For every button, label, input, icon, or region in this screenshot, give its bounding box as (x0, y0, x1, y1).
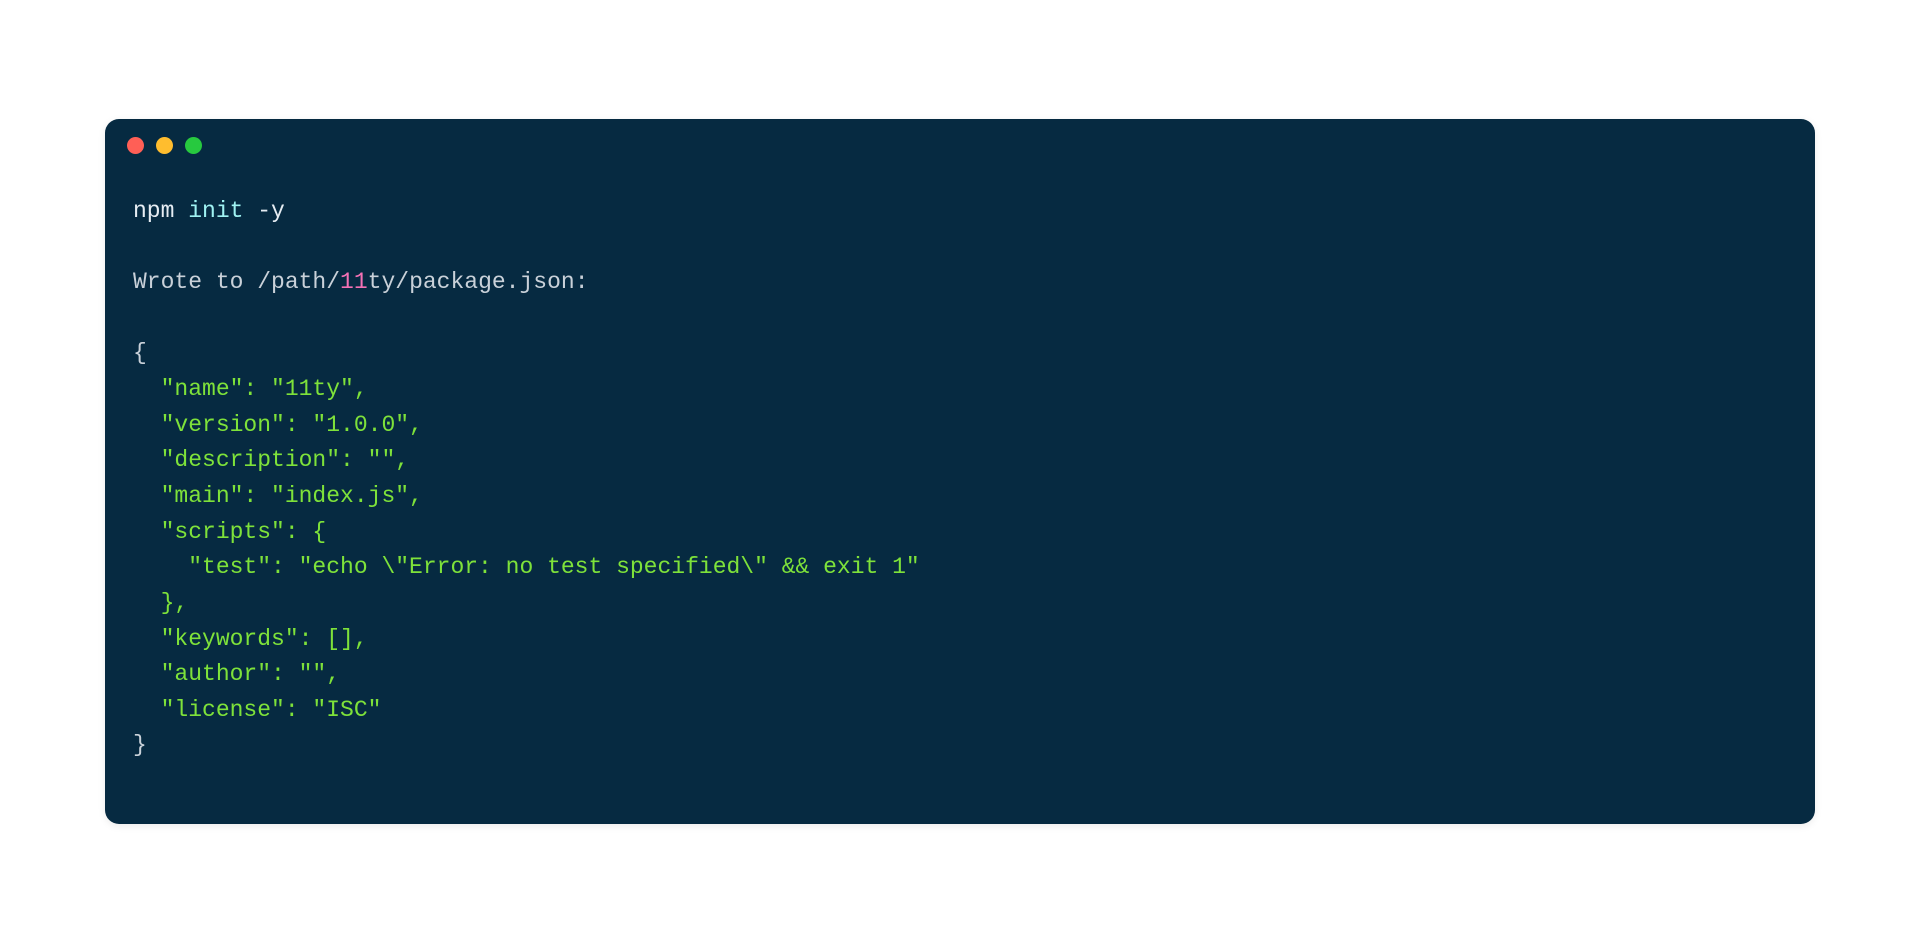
json-keywords: "keywords": [], (133, 626, 368, 652)
wrote-number: 11 (340, 269, 368, 295)
wrote-suffix: ty/package.json: (368, 269, 589, 295)
json-scripts-open: "scripts": { (133, 519, 326, 545)
command-npm: npm (133, 198, 188, 224)
json-license: "license": "ISC" (133, 697, 381, 723)
json-name: "name": "11ty", (133, 376, 368, 402)
command-init: init (188, 198, 243, 224)
wrote-prefix: Wrote to /path/ (133, 269, 340, 295)
titlebar (105, 119, 1815, 154)
json-description: "description": "", (133, 447, 409, 473)
json-author: "author": "", (133, 661, 340, 687)
json-version: "version": "1.0.0", (133, 412, 423, 438)
json-main: "main": "index.js", (133, 483, 423, 509)
minimize-icon[interactable] (156, 137, 173, 154)
json-test: "test": "echo \"Error: no test specified… (133, 554, 920, 580)
json-close: } (133, 732, 147, 758)
json-scripts-close: }, (133, 590, 188, 616)
close-icon[interactable] (127, 137, 144, 154)
maximize-icon[interactable] (185, 137, 202, 154)
terminal-content: npm init -y Wrote to /path/11ty/package.… (105, 154, 1815, 824)
command-flag: -y (243, 198, 284, 224)
terminal-window: npm init -y Wrote to /path/11ty/package.… (105, 119, 1815, 824)
json-open: { (133, 340, 147, 366)
